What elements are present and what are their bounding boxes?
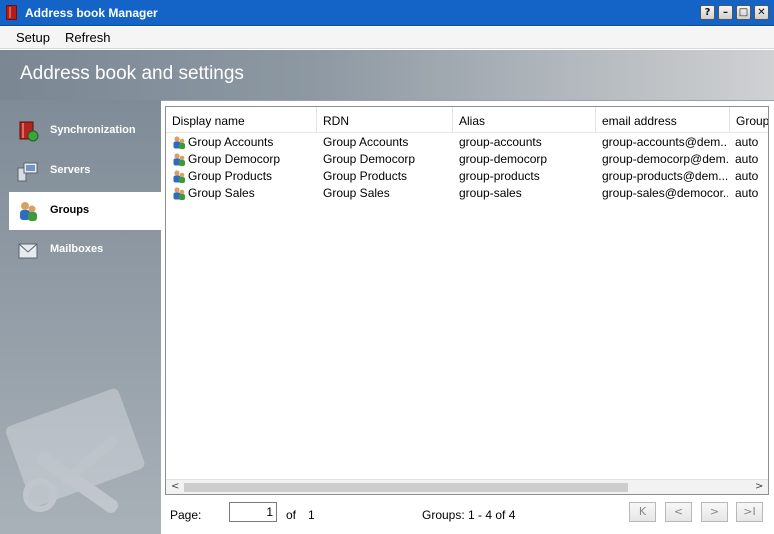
- sidebar-item-synchronization[interactable]: Synchronization: [9, 112, 161, 150]
- cell-alias: group-accounts: [459, 135, 542, 149]
- sidebar-item-label: Synchronization: [50, 124, 136, 136]
- address-book-app-icon: [6, 5, 17, 20]
- next-page-button[interactable]: >: [701, 502, 728, 522]
- groups-table: Display name RDN Alias email address Gro…: [165, 106, 769, 495]
- table-row[interactable]: Group Democorp Group Democorp group-demo…: [166, 151, 768, 168]
- column-header-rdn[interactable]: RDN: [317, 107, 453, 133]
- column-header-display-name[interactable]: Display name: [166, 107, 317, 133]
- scrollbar-thumb[interactable]: [184, 483, 628, 492]
- cell-group: auto: [735, 135, 759, 149]
- table-row[interactable]: Group Sales Group Sales group-sales grou…: [166, 185, 768, 202]
- cell-display-name: Group Sales: [188, 186, 255, 200]
- column-header-alias[interactable]: Alias: [453, 107, 596, 133]
- column-header-group[interactable]: Group: [730, 107, 768, 133]
- first-page-button[interactable]: K: [629, 502, 656, 522]
- cell-alias: group-sales: [459, 186, 522, 200]
- sidebar-item-label: Servers: [50, 164, 91, 176]
- cell-email: group-products@dem...: [602, 169, 728, 183]
- group-icon: [173, 153, 185, 166]
- cell-email: group-accounts@dem...: [602, 135, 728, 149]
- servers-icon: [17, 162, 38, 182]
- main-panel: Display name RDN Alias email address Gro…: [161, 100, 774, 534]
- of-label: of: [286, 508, 297, 522]
- group-icon: [173, 170, 185, 183]
- group-icon: [173, 136, 185, 149]
- mailboxes-icon: [18, 243, 38, 259]
- cell-email: group-democorp@dem...: [602, 152, 728, 166]
- sidebar-item-servers[interactable]: Servers: [9, 152, 161, 190]
- menu-refresh[interactable]: Refresh: [65, 30, 111, 45]
- page-number-input[interactable]: [229, 502, 277, 522]
- horizontal-scrollbar[interactable]: < >: [166, 479, 768, 494]
- sidebar: Synchronization Servers Groups Mailboxes: [0, 100, 161, 534]
- groups-icon: [20, 202, 37, 221]
- page-label: Page:: [170, 508, 202, 522]
- total-pages: 1: [308, 508, 315, 522]
- scroll-right-icon[interactable]: >: [755, 481, 763, 492]
- sidebar-item-groups[interactable]: Groups: [9, 192, 161, 230]
- minimize-button[interactable]: –: [718, 5, 733, 20]
- cell-group: auto: [735, 186, 759, 200]
- page-title: Address book and settings: [20, 63, 244, 84]
- maximize-button[interactable]: □: [736, 5, 751, 20]
- cell-group: auto: [735, 169, 759, 183]
- cell-alias: group-democorp: [459, 152, 548, 166]
- cell-rdn: Group Sales: [323, 186, 390, 200]
- help-button[interactable]: ?: [700, 5, 715, 20]
- cell-rdn: Group Products: [323, 169, 408, 183]
- last-page-button[interactable]: >I: [736, 502, 763, 522]
- table-row[interactable]: Group Accounts Group Accounts group-acco…: [166, 134, 768, 151]
- page-header: Address book and settings: [0, 50, 774, 100]
- title-bar: Address book Manager ? – □ ✕: [0, 0, 774, 26]
- cell-display-name: Group Accounts: [188, 135, 274, 149]
- tools-watermark-icon: [5, 388, 145, 513]
- cell-rdn: Group Accounts: [323, 135, 409, 149]
- window-title: Address book Manager: [25, 6, 158, 20]
- cell-rdn: Group Democorp: [323, 152, 416, 166]
- groups-count-summary: Groups: 1 - 4 of 4: [422, 508, 516, 522]
- menu-bar: Setup Refresh: [0, 27, 774, 49]
- table-header: Display name RDN Alias email address Gro…: [166, 107, 768, 133]
- cell-alias: group-products: [459, 169, 540, 183]
- cell-display-name: Group Products: [188, 169, 273, 183]
- table-row[interactable]: Group Products Group Products group-prod…: [166, 168, 768, 185]
- sync-book-icon: [19, 121, 39, 142]
- scroll-left-icon[interactable]: <: [171, 481, 179, 492]
- sidebar-item-label: Mailboxes: [50, 243, 104, 255]
- sidebar-item-mailboxes[interactable]: Mailboxes: [9, 231, 161, 269]
- previous-page-button[interactable]: <: [665, 502, 692, 522]
- column-header-email[interactable]: email address: [596, 107, 730, 133]
- cell-display-name: Group Democorp: [188, 152, 281, 166]
- menu-setup[interactable]: Setup: [16, 30, 50, 45]
- close-button[interactable]: ✕: [754, 5, 769, 20]
- sidebar-item-label: Groups: [50, 204, 90, 216]
- cell-email: group-sales@democor...: [602, 186, 728, 200]
- cell-group: auto: [735, 152, 759, 166]
- pager: Page: of 1 Groups: 1 - 4 of 4 K < > >I: [161, 497, 774, 534]
- group-icon: [173, 187, 185, 200]
